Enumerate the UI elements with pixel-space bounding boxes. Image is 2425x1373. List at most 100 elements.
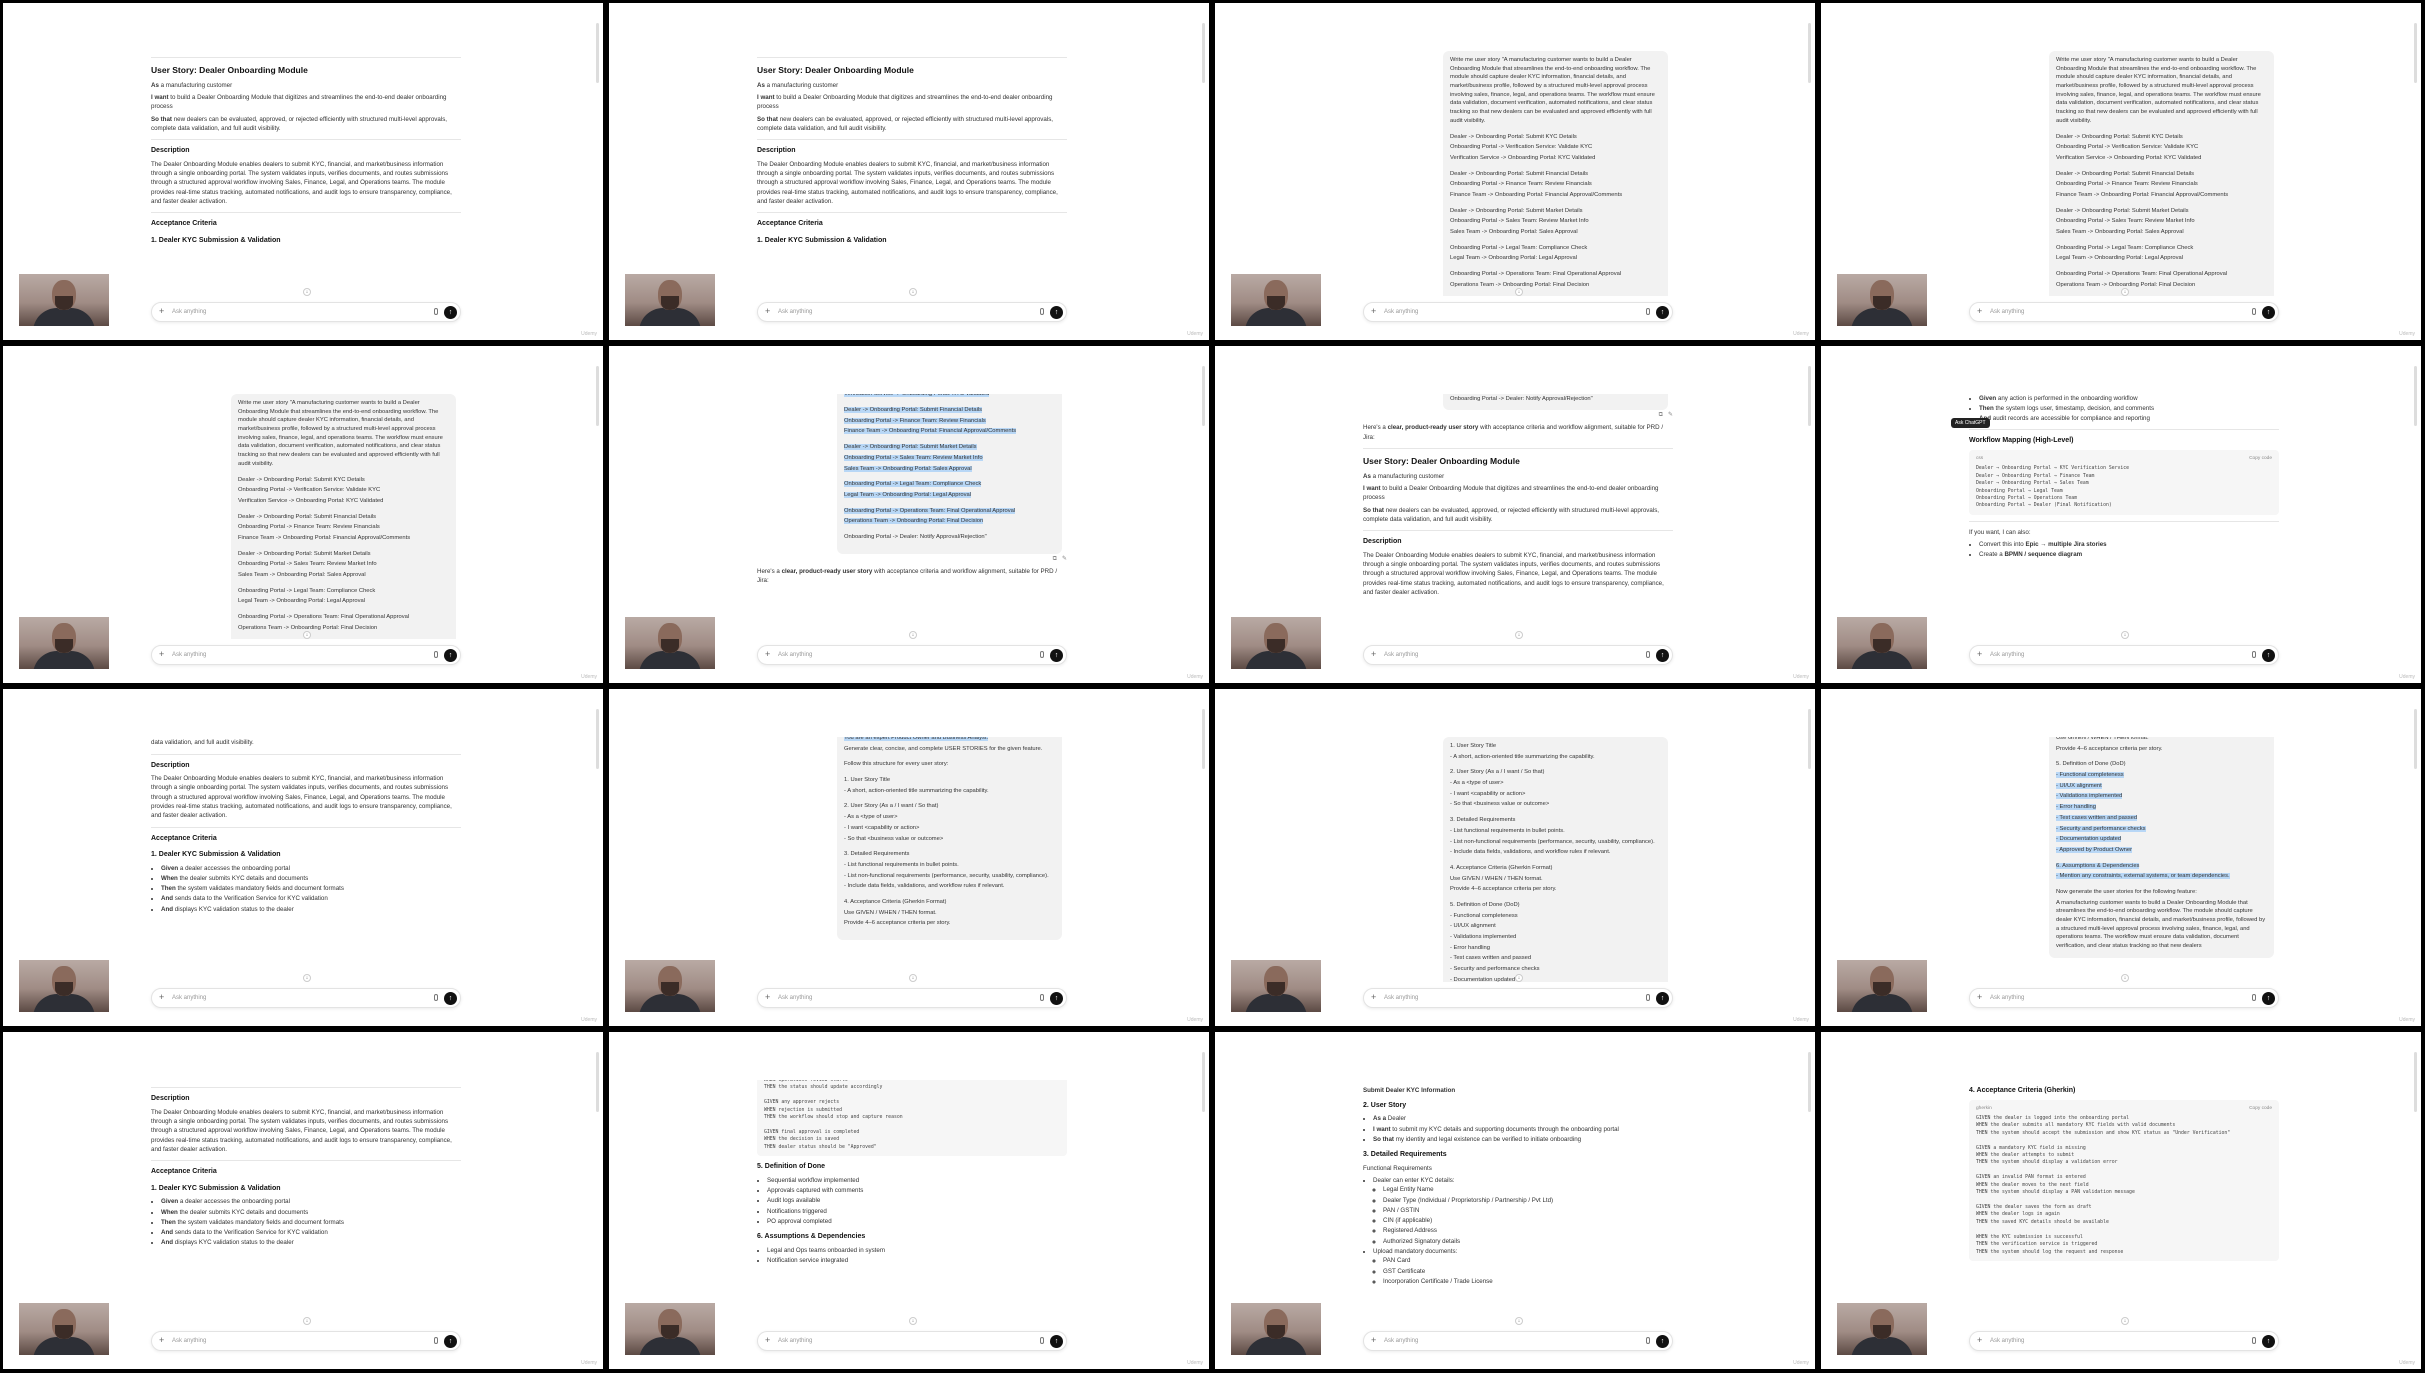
- microphone-icon[interactable]: [434, 1337, 438, 1344]
- microphone-icon[interactable]: [434, 994, 438, 1001]
- scroll-down-button[interactable]: ↓: [909, 631, 917, 639]
- attach-plus-icon[interactable]: +: [159, 649, 164, 659]
- chat-input-bar[interactable]: + Ask anything ↑: [1969, 302, 2279, 322]
- scroll-down-button[interactable]: ↓: [303, 1317, 311, 1325]
- microphone-icon[interactable]: [1646, 994, 1650, 1001]
- chat-input-bar[interactable]: + Ask anything ↑: [1363, 1331, 1673, 1351]
- chat-input[interactable]: Ask anything: [1384, 1338, 1418, 1344]
- microphone-icon[interactable]: [2252, 1337, 2256, 1344]
- microphone-icon[interactable]: [2252, 308, 2256, 315]
- microphone-icon[interactable]: [1040, 651, 1044, 658]
- scroll-down-button[interactable]: ↓: [1515, 1317, 1523, 1325]
- send-button[interactable]: ↑: [1656, 306, 1669, 319]
- chat-input[interactable]: Ask anything: [172, 995, 206, 1001]
- chat-input[interactable]: Ask anything: [778, 309, 812, 315]
- attach-plus-icon[interactable]: +: [1977, 992, 1982, 1002]
- chat-input-bar[interactable]: + Ask anything ↑: [1969, 1331, 2279, 1351]
- scroll-down-button[interactable]: ↓: [2121, 974, 2129, 982]
- scroll-down-button[interactable]: ↓: [2121, 288, 2129, 296]
- chat-input-bar[interactable]: + Ask anything ↑: [151, 988, 461, 1008]
- scroll-down-button[interactable]: ↓: [909, 1317, 917, 1325]
- chat-input-bar[interactable]: + Ask anything ↑: [1363, 645, 1673, 665]
- microphone-icon[interactable]: [1646, 308, 1650, 315]
- scrollbar[interactable]: [596, 366, 599, 426]
- send-button[interactable]: ↑: [444, 649, 457, 662]
- microphone-icon[interactable]: [434, 651, 438, 658]
- attach-plus-icon[interactable]: +: [1977, 1335, 1982, 1345]
- scroll-down-button[interactable]: ↓: [303, 288, 311, 296]
- scrollbar[interactable]: [1202, 709, 1205, 769]
- attach-plus-icon[interactable]: +: [765, 649, 770, 659]
- chat-input-bar[interactable]: + Ask anything ↑: [1363, 302, 1673, 322]
- microphone-icon[interactable]: [434, 308, 438, 315]
- scroll-down-button[interactable]: ↓: [909, 288, 917, 296]
- microphone-icon[interactable]: [1040, 994, 1044, 1001]
- chat-input-bar[interactable]: + Ask anything ↑: [1969, 988, 2279, 1008]
- send-button[interactable]: ↑: [444, 306, 457, 319]
- scrollbar[interactable]: [1808, 366, 1811, 426]
- chat-input[interactable]: Ask anything: [778, 652, 812, 658]
- microphone-icon[interactable]: [2252, 651, 2256, 658]
- microphone-icon[interactable]: [1040, 308, 1044, 315]
- scrollbar[interactable]: [596, 1052, 599, 1112]
- scroll-down-button[interactable]: ↓: [1515, 974, 1523, 982]
- attach-plus-icon[interactable]: +: [159, 306, 164, 316]
- send-button[interactable]: ↑: [2262, 1335, 2275, 1348]
- scroll-down-button[interactable]: ↓: [1515, 288, 1523, 296]
- scrollbar[interactable]: [2414, 366, 2417, 426]
- chat-input[interactable]: Ask anything: [1990, 309, 2024, 315]
- chat-input-bar[interactable]: + Ask anything ↑: [1969, 645, 2279, 665]
- chat-input[interactable]: Ask anything: [1990, 652, 2024, 658]
- attach-plus-icon[interactable]: +: [1371, 992, 1376, 1002]
- scrollbar[interactable]: [596, 23, 599, 83]
- send-button[interactable]: ↑: [2262, 992, 2275, 1005]
- send-button[interactable]: ↑: [444, 992, 457, 1005]
- attach-plus-icon[interactable]: +: [765, 1335, 770, 1345]
- send-button[interactable]: ↑: [1656, 1335, 1669, 1348]
- chat-input-bar[interactable]: + Ask anything ↑: [151, 1331, 461, 1351]
- scrollbar[interactable]: [1808, 23, 1811, 83]
- attach-plus-icon[interactable]: +: [159, 992, 164, 1002]
- chat-input[interactable]: Ask anything: [172, 309, 206, 315]
- attach-plus-icon[interactable]: +: [1371, 1335, 1376, 1345]
- send-button[interactable]: ↑: [1050, 649, 1063, 662]
- scrollbar[interactable]: [2414, 709, 2417, 769]
- chat-input-bar[interactable]: + Ask anything ↑: [757, 645, 1067, 665]
- microphone-icon[interactable]: [1646, 1337, 1650, 1344]
- chat-input[interactable]: Ask anything: [172, 652, 206, 658]
- scrollbar[interactable]: [1202, 1052, 1205, 1112]
- copy-icon[interactable]: ⧉: [1659, 411, 1663, 420]
- send-button[interactable]: ↑: [444, 1335, 457, 1348]
- attach-plus-icon[interactable]: +: [159, 1335, 164, 1345]
- scroll-down-button[interactable]: ↓: [303, 974, 311, 982]
- scrollbar[interactable]: [1808, 1052, 1811, 1112]
- chat-input-bar[interactable]: + Ask anything ↑: [757, 302, 1067, 322]
- microphone-icon[interactable]: [2252, 994, 2256, 1001]
- attach-plus-icon[interactable]: +: [1977, 649, 1982, 659]
- chat-input-bar[interactable]: + Ask anything ↑: [757, 1331, 1067, 1351]
- chat-input[interactable]: Ask anything: [1384, 995, 1418, 1001]
- chat-input[interactable]: Ask anything: [1384, 652, 1418, 658]
- scrollbar[interactable]: [1202, 366, 1205, 426]
- chat-input[interactable]: Ask anything: [1990, 1338, 2024, 1344]
- chat-input[interactable]: Ask anything: [1384, 309, 1418, 315]
- edit-icon[interactable]: ✎: [1668, 411, 1673, 420]
- attach-plus-icon[interactable]: +: [765, 992, 770, 1002]
- chat-input-bar[interactable]: + Ask anything ↑: [151, 302, 461, 322]
- scrollbar[interactable]: [2414, 1052, 2417, 1112]
- scrollbar[interactable]: [1202, 23, 1205, 83]
- scroll-down-button[interactable]: ↓: [303, 631, 311, 639]
- scrollbar[interactable]: [2414, 23, 2417, 83]
- scroll-down-button[interactable]: ↓: [909, 974, 917, 982]
- chat-input[interactable]: Ask anything: [172, 1338, 206, 1344]
- attach-plus-icon[interactable]: +: [1371, 306, 1376, 316]
- scrollbar[interactable]: [596, 709, 599, 769]
- chat-input[interactable]: Ask anything: [778, 995, 812, 1001]
- chat-input-bar[interactable]: + Ask anything ↑: [757, 988, 1067, 1008]
- chat-input-bar[interactable]: + Ask anything ↑: [151, 645, 461, 665]
- edit-icon[interactable]: ✎: [1062, 555, 1067, 564]
- copy-code-button[interactable]: Copy code: [2249, 1105, 2272, 1112]
- attach-plus-icon[interactable]: +: [765, 306, 770, 316]
- send-button[interactable]: ↑: [1050, 992, 1063, 1005]
- ask-chatgpt-tooltip[interactable]: Ask ChatGPT: [1951, 418, 1990, 428]
